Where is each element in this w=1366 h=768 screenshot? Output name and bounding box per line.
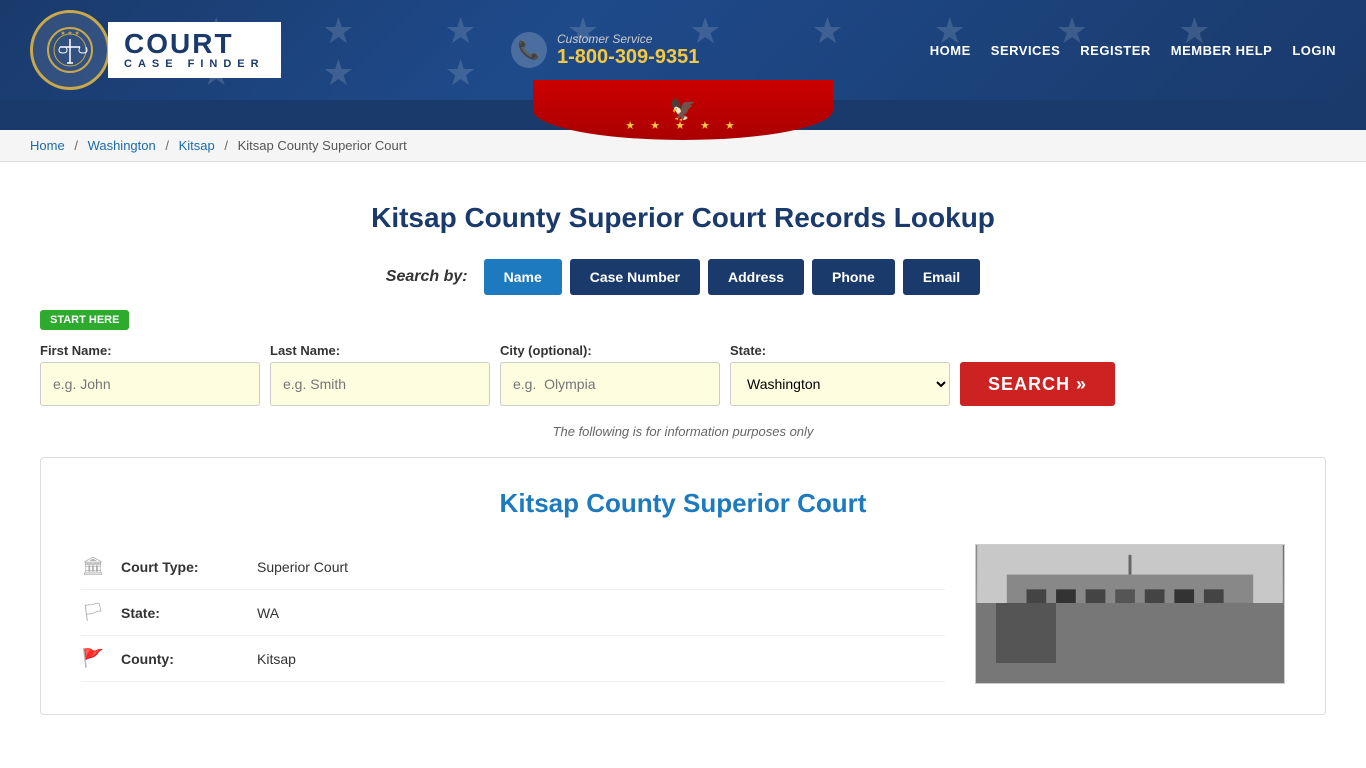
tab-phone[interactable]: Phone (812, 259, 895, 295)
main-content: Kitsap County Superior Court Records Loo… (0, 162, 1366, 735)
search-by-row: Search by: Name Case Number Address Phon… (40, 259, 1326, 295)
customer-service-info: Customer Service 1-800-309-9351 (557, 32, 699, 69)
logo-area: ★ ★ ★ COURT CASE FINDER (30, 10, 281, 90)
state-icon: 🏳 (81, 602, 105, 623)
nav-login[interactable]: LOGIN (1292, 43, 1336, 58)
breadcrumb-current: Kitsap County Superior Court (238, 138, 407, 153)
logo-text: COURT CASE FINDER (108, 22, 281, 78)
court-type-icon: 🏛 (81, 556, 105, 577)
nav-services[interactable]: SERVICES (991, 43, 1061, 58)
last-name-input[interactable] (270, 362, 490, 406)
ribbon-stars: ★ ★ ★ ★ ★ (625, 119, 741, 132)
start-here-badge: START HERE (40, 310, 129, 330)
page-title: Kitsap County Superior Court Records Loo… (40, 202, 1326, 234)
court-building-image (975, 544, 1285, 684)
logo-icon: ★ ★ ★ (45, 25, 95, 75)
county-row: 🚩 County: Kitsap (81, 636, 945, 682)
logo-circle: ★ ★ ★ (30, 10, 110, 90)
breadcrumb-county[interactable]: Kitsap (179, 138, 215, 153)
building-svg (976, 545, 1284, 683)
nav-home[interactable]: HOME (930, 43, 971, 58)
first-name-label: First Name: (40, 343, 260, 358)
court-card-title: Kitsap County Superior Court (81, 488, 1285, 519)
phone-icon: 📞 (511, 32, 547, 68)
court-type-label: Court Type: (121, 559, 241, 575)
court-type-value: Superior Court (257, 559, 348, 575)
tab-address[interactable]: Address (708, 259, 804, 295)
svg-text:★ ★ ★: ★ ★ ★ (60, 30, 79, 37)
search-by-label: Search by: (386, 268, 468, 286)
first-name-input[interactable] (40, 362, 260, 406)
search-form-row: First Name: Last Name: City (optional): … (40, 343, 1326, 406)
breadcrumb-sep-3: / (224, 138, 228, 153)
first-name-field: First Name: (40, 343, 260, 406)
state-info-value: WA (257, 605, 279, 621)
state-row: 🏳 State: WA (81, 590, 945, 636)
state-field: State: Washington Alabama Alaska Arizona… (730, 343, 950, 406)
city-input[interactable] (500, 362, 720, 406)
county-value: Kitsap (257, 651, 296, 667)
tab-case-number[interactable]: Case Number (570, 259, 700, 295)
court-info-layout: 🏛 Court Type: Superior Court 🏳 State: WA… (81, 544, 1285, 684)
state-label: State: (730, 343, 950, 358)
search-form-container: START HERE First Name: Last Name: City (… (40, 310, 1326, 406)
info-text: The following is for information purpose… (40, 424, 1326, 439)
city-field: City (optional): (500, 343, 720, 406)
tab-email[interactable]: Email (903, 259, 980, 295)
customer-service-label: Customer Service (557, 32, 699, 46)
logo-case-finder-text: CASE FINDER (124, 58, 265, 70)
breadcrumb-state[interactable]: Washington (88, 138, 156, 153)
city-label: City (optional): (500, 343, 720, 358)
breadcrumb-sep-2: / (165, 138, 169, 153)
customer-service-phone: 1-800-309-9351 (557, 46, 699, 69)
search-button[interactable]: SEARCH » (960, 362, 1115, 406)
customer-service: 📞 Customer Service 1-800-309-9351 (511, 32, 699, 69)
ribbon: 🦅 ★ ★ ★ ★ ★ (533, 80, 833, 140)
state-info-label: State: (121, 605, 241, 621)
last-name-label: Last Name: (270, 343, 490, 358)
nav-register[interactable]: REGISTER (1080, 43, 1150, 58)
court-info-table: 🏛 Court Type: Superior Court 🏳 State: WA… (81, 544, 945, 684)
state-select[interactable]: Washington Alabama Alaska Arizona Califo… (730, 362, 950, 406)
county-icon: 🚩 (81, 648, 105, 669)
logo-court-text: COURT (124, 30, 265, 58)
breadcrumb-home[interactable]: Home (30, 138, 65, 153)
last-name-field: Last Name: (270, 343, 490, 406)
county-label: County: (121, 651, 241, 667)
breadcrumb-sep-1: / (74, 138, 78, 153)
ribbon-container: 🦅 ★ ★ ★ ★ ★ (0, 100, 1366, 130)
court-type-row: 🏛 Court Type: Superior Court (81, 544, 945, 590)
tab-name[interactable]: Name (484, 259, 562, 295)
nav-member-help[interactable]: MEMBER HELP (1171, 43, 1273, 58)
main-nav: HOME SERVICES REGISTER MEMBER HELP LOGIN (930, 43, 1336, 58)
court-card: Kitsap County Superior Court 🏛 Court Typ… (40, 457, 1326, 715)
